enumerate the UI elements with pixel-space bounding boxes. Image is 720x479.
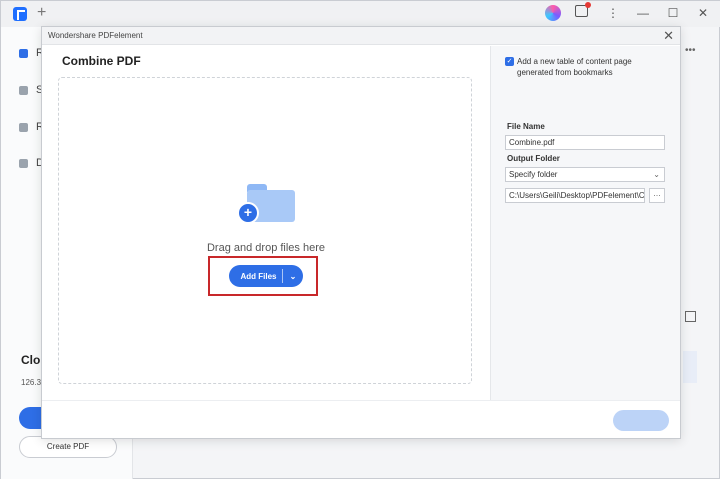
output-folder-label: Output Folder	[507, 154, 560, 163]
more-options-icon[interactable]: •••	[685, 45, 696, 56]
starred-icon	[19, 85, 28, 95]
dialog-titlebar: Wondershare PDFelement ✕	[42, 27, 680, 45]
help-icon[interactable]: ⋮	[605, 5, 621, 21]
grid-view-icon[interactable]	[685, 311, 696, 322]
titlebar-controls: ⋮ — ☐ ✕	[545, 2, 711, 21]
new-tab-button[interactable]: +	[37, 4, 46, 22]
gift-icon[interactable]	[575, 2, 591, 21]
page-title: Combine PDF	[62, 54, 141, 68]
close-icon[interactable]: ✕	[695, 5, 711, 21]
create-pdf-button[interactable]: Create PDF	[19, 436, 117, 458]
pdfelement-logo-icon	[13, 7, 27, 21]
maximize-icon[interactable]: ☐	[665, 5, 681, 21]
dialog-window-title: Wondershare PDFelement	[48, 31, 143, 40]
file-name-label: File Name	[507, 122, 545, 131]
avatar-icon[interactable]	[545, 5, 561, 21]
toc-checkbox[interactable]: ✓	[505, 57, 514, 66]
background-panel-strip	[683, 351, 697, 383]
add-files-button[interactable]: Add Files ⌄	[229, 265, 303, 287]
toc-checkbox-label: Add a new table of content page generate…	[517, 57, 632, 77]
file-drop-zone[interactable]: + Drag and drop files here Add Files ⌄	[58, 77, 472, 384]
output-path-input[interactable]: C:\Users\Geili\Desktop\PDFelement\Cc	[505, 188, 645, 203]
chevron-down-icon: ⌄	[653, 170, 660, 179]
folder-icon	[19, 122, 28, 132]
output-folder-select-value: Specify folder	[509, 170, 558, 179]
app-titlebar: + ⋮ — ☐ ✕	[1, 1, 720, 27]
combine-button[interactable]	[613, 410, 669, 431]
dialog-footer	[42, 400, 680, 438]
combine-pdf-dialog: Wondershare PDFelement ✕ Combine PDF + D…	[41, 26, 681, 439]
add-folder-icon: +	[237, 184, 295, 224]
add-files-label: Add Files	[240, 271, 277, 281]
drop-hint: Drag and drop files here	[206, 242, 325, 254]
chevron-down-icon[interactable]: ⌄	[283, 272, 303, 281]
recent-icon	[19, 48, 28, 58]
cloud-icon	[19, 158, 28, 168]
output-folder-select[interactable]: Specify folder ⌄	[505, 167, 665, 182]
options-panel: ✓ Add a new table of content page genera…	[490, 46, 680, 400]
file-name-input[interactable]: Combine.pdf	[505, 135, 665, 150]
minimize-icon[interactable]: —	[635, 5, 651, 21]
browse-folder-button[interactable]: …	[649, 188, 665, 203]
dialog-close-icon[interactable]: ✕	[663, 28, 674, 44]
